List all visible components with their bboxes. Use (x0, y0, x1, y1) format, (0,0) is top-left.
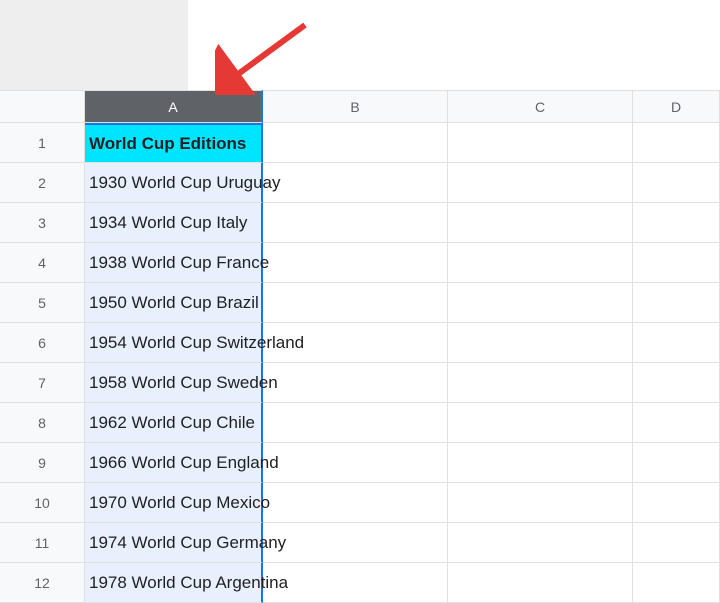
cell-b8[interactable] (263, 403, 448, 443)
row-header-9[interactable]: 9 (0, 443, 85, 483)
cell-d11[interactable] (633, 523, 720, 563)
row-header-3[interactable]: 3 (0, 203, 85, 243)
cell-d4[interactable] (633, 243, 720, 283)
cell-c4[interactable] (448, 243, 633, 283)
table-row: 2 1930 World Cup Uruguay (0, 163, 720, 203)
cell-b4[interactable] (263, 243, 448, 283)
cell-b11[interactable] (263, 523, 448, 563)
cell-a7[interactable]: 1958 World Cup Sweden (85, 363, 263, 403)
cell-a1[interactable]: World Cup Editions (85, 123, 263, 163)
cell-b12[interactable] (263, 563, 448, 603)
cell-a12-text: 1978 World Cup Argentina (89, 573, 288, 593)
cell-a11[interactable]: 1974 World Cup Germany (85, 523, 263, 563)
cell-a8[interactable]: 1962 World Cup Chile (85, 403, 263, 443)
cell-d3[interactable] (633, 203, 720, 243)
cell-c12[interactable] (448, 563, 633, 603)
row-header-12[interactable]: 12 (0, 563, 85, 603)
cell-a1-text: World Cup Editions (89, 134, 246, 154)
cell-d10[interactable] (633, 483, 720, 523)
table-row: 3 1934 World Cup Italy (0, 203, 720, 243)
select-all-corner[interactable] (0, 90, 85, 123)
row-header-2[interactable]: 2 (0, 163, 85, 203)
cell-b9[interactable] (263, 443, 448, 483)
red-arrow-annotation (215, 20, 315, 100)
cell-c5[interactable] (448, 283, 633, 323)
cell-a6-text: 1954 World Cup Switzerland (89, 333, 304, 353)
table-row: 1 World Cup Editions (0, 123, 720, 163)
column-header-d[interactable]: D (633, 90, 720, 123)
table-row: 10 1970 World Cup Mexico (0, 483, 720, 523)
cell-d2[interactable] (633, 163, 720, 203)
cell-d5[interactable] (633, 283, 720, 323)
row-header-11[interactable]: 11 (0, 523, 85, 563)
row-header-1[interactable]: 1 (0, 123, 85, 163)
cell-c1[interactable] (448, 123, 633, 163)
table-row: 5 1950 World Cup Brazil (0, 283, 720, 323)
cell-a10[interactable]: 1970 World Cup Mexico (85, 483, 263, 523)
column-header-row: A B C D (0, 90, 720, 123)
cell-a8-text: 1962 World Cup Chile (89, 413, 255, 433)
table-row: 9 1966 World Cup England (0, 443, 720, 483)
row-header-8[interactable]: 8 (0, 403, 85, 443)
table-row: 11 1974 World Cup Germany (0, 523, 720, 563)
formula-bar-area (0, 0, 188, 90)
cell-a3[interactable]: 1934 World Cup Italy (85, 203, 263, 243)
cell-c3[interactable] (448, 203, 633, 243)
cell-b7[interactable] (263, 363, 448, 403)
cell-b10[interactable] (263, 483, 448, 523)
column-header-c[interactable]: C (448, 90, 633, 123)
cell-c9[interactable] (448, 443, 633, 483)
cell-a2[interactable]: 1930 World Cup Uruguay (85, 163, 263, 203)
cell-b3[interactable] (263, 203, 448, 243)
cell-c11[interactable] (448, 523, 633, 563)
cell-d7[interactable] (633, 363, 720, 403)
cell-a5-text: 1950 World Cup Brazil (89, 293, 259, 313)
cell-a11-text: 1974 World Cup Germany (89, 533, 286, 553)
cell-d8[interactable] (633, 403, 720, 443)
cell-a3-text: 1934 World Cup Italy (89, 213, 247, 233)
row-header-10[interactable]: 10 (0, 483, 85, 523)
cell-a4[interactable]: 1938 World Cup France (85, 243, 263, 283)
cell-d1[interactable] (633, 123, 720, 163)
cell-a6[interactable]: 1954 World Cup Switzerland (85, 323, 263, 363)
row-header-4[interactable]: 4 (0, 243, 85, 283)
cell-b1[interactable] (263, 123, 448, 163)
cell-a4-text: 1938 World Cup France (89, 253, 269, 273)
cell-c8[interactable] (448, 403, 633, 443)
cell-a2-text: 1930 World Cup Uruguay (89, 173, 281, 193)
cell-d6[interactable] (633, 323, 720, 363)
cell-a7-text: 1958 World Cup Sweden (89, 373, 278, 393)
table-row: 4 1938 World Cup France (0, 243, 720, 283)
row-header-6[interactable]: 6 (0, 323, 85, 363)
table-row: 8 1962 World Cup Chile (0, 403, 720, 443)
cell-a9-text: 1966 World Cup England (89, 453, 279, 473)
cell-a5[interactable]: 1950 World Cup Brazil (85, 283, 263, 323)
cell-d12[interactable] (633, 563, 720, 603)
row-header-7[interactable]: 7 (0, 363, 85, 403)
cell-c6[interactable] (448, 323, 633, 363)
cell-c10[interactable] (448, 483, 633, 523)
cell-c7[interactable] (448, 363, 633, 403)
cell-b5[interactable] (263, 283, 448, 323)
cell-c2[interactable] (448, 163, 633, 203)
row-header-5[interactable]: 5 (0, 283, 85, 323)
table-row: 12 1978 World Cup Argentina (0, 563, 720, 603)
table-row: 7 1958 World Cup Sweden (0, 363, 720, 403)
spreadsheet-grid: A B C D 1 World Cup Editions 2 1930 Worl… (0, 90, 720, 603)
cell-a10-text: 1970 World Cup Mexico (89, 493, 270, 513)
cell-b2[interactable] (263, 163, 448, 203)
cell-a12[interactable]: 1978 World Cup Argentina (85, 563, 263, 603)
table-row: 6 1954 World Cup Switzerland (0, 323, 720, 363)
cell-d9[interactable] (633, 443, 720, 483)
cell-a9[interactable]: 1966 World Cup England (85, 443, 263, 483)
